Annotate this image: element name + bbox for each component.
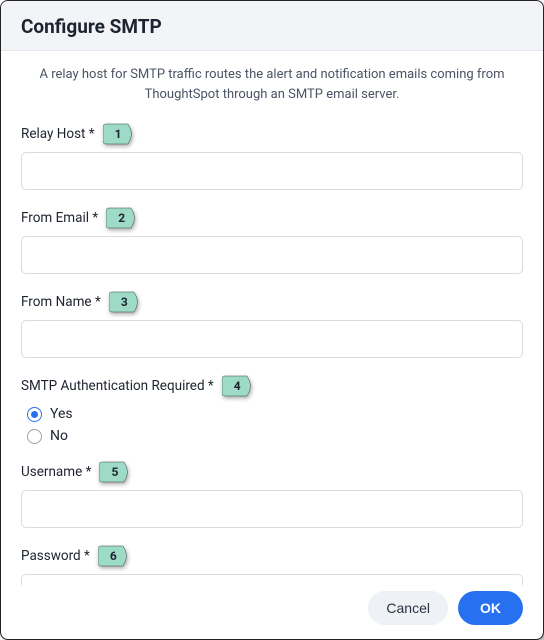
cancel-button[interactable]: Cancel: [368, 591, 448, 625]
input-from-email[interactable]: [21, 236, 523, 274]
annotation-pin-2: 2: [106, 206, 140, 230]
dialog-title: Configure SMTP: [21, 15, 523, 38]
input-password[interactable]: [21, 574, 523, 585]
label-from-name: From Name *: [21, 294, 101, 310]
field-from-email: From Email * 2: [21, 206, 523, 274]
annotation-pin-4: 4: [222, 374, 256, 398]
field-from-name: From Name * 3: [21, 290, 523, 358]
label-username: Username *: [21, 464, 91, 480]
label-password: Password *: [21, 548, 90, 564]
smtp-config-dialog: Configure SMTP A relay host for SMTP tra…: [0, 0, 544, 640]
label-relay-host: Relay Host *: [21, 126, 95, 142]
radio-auth-yes[interactable]: [27, 407, 42, 422]
label-auth-required: SMTP Authentication Required *: [21, 378, 214, 394]
input-relay-host[interactable]: [21, 152, 523, 190]
dialog-content: A relay host for SMTP traffic routes the…: [1, 51, 543, 585]
annotation-pin-1: 1: [103, 122, 137, 146]
dialog-description: A relay host for SMTP traffic routes the…: [32, 65, 512, 104]
radio-group-auth: Yes No: [21, 406, 523, 444]
radio-auth-no[interactable]: [27, 429, 42, 444]
field-relay-host: Relay Host * 1: [21, 122, 523, 190]
field-auth-required: SMTP Authentication Required * 4 Yes No: [21, 374, 523, 444]
dialog-titlebar: Configure SMTP: [1, 1, 543, 51]
input-username[interactable]: [21, 490, 523, 528]
input-from-name[interactable]: [21, 320, 523, 358]
radio-label-no: No: [50, 428, 68, 444]
radio-label-yes: Yes: [50, 406, 73, 422]
dialog-footer: Cancel OK: [1, 585, 543, 639]
field-password: Password * 6: [21, 544, 523, 585]
annotation-pin-3: 3: [109, 290, 143, 314]
field-username: Username * 5: [21, 460, 523, 528]
label-from-email: From Email *: [21, 210, 98, 226]
annotation-pin-6: 6: [98, 544, 132, 568]
ok-button[interactable]: OK: [458, 591, 523, 625]
annotation-pin-5: 5: [99, 460, 133, 484]
